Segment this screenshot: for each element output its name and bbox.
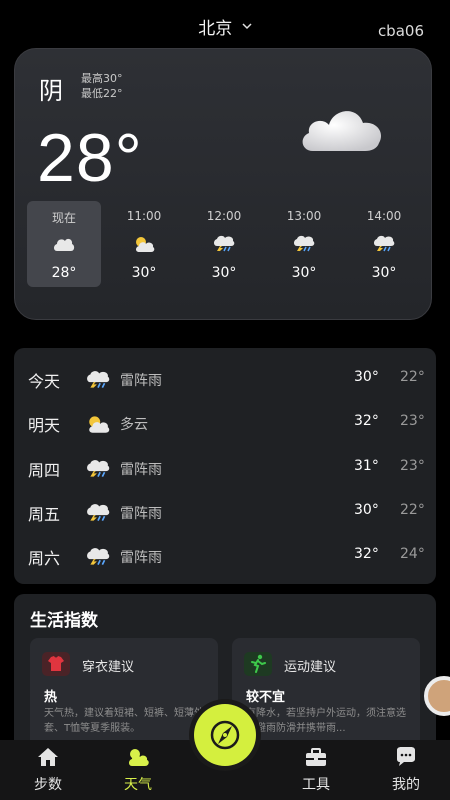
running-icon bbox=[251, 654, 266, 673]
hour-temp: 30° bbox=[291, 265, 317, 281]
thunderstorm-icon bbox=[214, 235, 235, 253]
user-tag: cba06 bbox=[377, 22, 424, 40]
current-temperature: 28° bbox=[37, 120, 143, 196]
hour-time: 12:00 bbox=[206, 209, 242, 223]
hour-time: 11:00 bbox=[126, 209, 162, 223]
tab-mine[interactable]: 我的 bbox=[376, 740, 436, 800]
tab-label: 工具 bbox=[302, 777, 330, 793]
card-value: 热 bbox=[44, 690, 58, 705]
badge bbox=[244, 652, 272, 676]
forecast-high: 32° bbox=[354, 413, 379, 429]
toolbox-icon bbox=[306, 748, 326, 766]
forecast-row[interactable]: 周六 雷阵雨 32° 24° bbox=[14, 535, 436, 575]
tab-weather[interactable]: 天气 bbox=[108, 740, 168, 800]
card-title: 穿衣建议 bbox=[82, 660, 135, 675]
forecast-low: 23° bbox=[400, 458, 425, 474]
tab-tools[interactable]: 工具 bbox=[286, 740, 346, 800]
thunderstorm-icon bbox=[87, 548, 110, 567]
forecast-row[interactable]: 明天 多云 32° 23° bbox=[14, 402, 436, 442]
hour-time: 13:00 bbox=[286, 209, 322, 223]
hour-time: 14:00 bbox=[366, 209, 402, 223]
forecast-high: 30° bbox=[354, 502, 379, 518]
forecast-desc: 雷阵雨 bbox=[120, 506, 162, 522]
life-index-title: 生活指数 bbox=[30, 611, 98, 631]
high-low: 最高30° 最低22° bbox=[81, 71, 123, 101]
shirt-icon bbox=[48, 656, 64, 671]
forecast-day: 周五 bbox=[28, 505, 61, 524]
thunderstorm-icon bbox=[87, 504, 110, 523]
thunderstorm-icon bbox=[87, 371, 110, 390]
cloud-icon bbox=[302, 111, 382, 151]
hour-item[interactable]: 12:00 30° bbox=[187, 201, 261, 287]
hour-temp: 30° bbox=[131, 265, 157, 281]
top-bar: 北京 cba06 bbox=[0, 0, 450, 48]
tab-label: 步数 bbox=[34, 777, 62, 793]
chevron-down-icon[interactable] bbox=[242, 21, 252, 31]
city-name[interactable]: 北京 bbox=[198, 19, 232, 39]
forecast-desc: 多云 bbox=[120, 417, 148, 433]
hour-temp: 30° bbox=[371, 265, 397, 281]
forecast-desc: 雷阵雨 bbox=[120, 550, 162, 566]
forecast-day: 周四 bbox=[28, 461, 61, 480]
hourly-forecast: 现在 28° 11:00 30° 12:00 30° 13:00 30° 14:… bbox=[27, 201, 423, 287]
current-weather-card: 阴 最高30° 最低22° 28° 现在 28° 11:00 30° 12:00… bbox=[14, 48, 432, 320]
forecast-row[interactable]: 周五 雷阵雨 30° 22° bbox=[14, 491, 436, 531]
cloud-icon bbox=[54, 238, 75, 251]
forecast-low: 22° bbox=[400, 369, 425, 385]
thunderstorm-icon bbox=[294, 235, 315, 253]
current-condition: 阴 bbox=[39, 77, 63, 105]
forecast-desc: 雷阵雨 bbox=[120, 373, 162, 389]
hour-time: 现在 bbox=[51, 211, 76, 225]
badge bbox=[42, 652, 70, 676]
forecast-high: 31° bbox=[354, 458, 379, 474]
weather-icon bbox=[129, 749, 149, 766]
tab-label: 天气 bbox=[124, 777, 152, 793]
tab-label: 我的 bbox=[392, 777, 420, 793]
hour-item[interactable]: 13:00 30° bbox=[267, 201, 341, 287]
forecast-desc: 雷阵雨 bbox=[120, 462, 162, 478]
tab-steps[interactable]: 步数 bbox=[18, 740, 78, 800]
forecast-high: 32° bbox=[354, 546, 379, 562]
forecast-low: 24° bbox=[400, 546, 425, 562]
forecast-day: 周六 bbox=[28, 549, 61, 568]
card-value: 较不宜 bbox=[246, 690, 286, 705]
forecast-row[interactable]: 周四 雷阵雨 31° 23° bbox=[14, 447, 436, 487]
card-desc: 有降水，若坚持户外运动，须注意选择避雨防滑并携带雨... bbox=[246, 708, 406, 734]
partly-cloudy-icon bbox=[136, 237, 155, 252]
high-temp: 最高30° bbox=[81, 72, 123, 85]
chat-bubble-icon bbox=[397, 747, 415, 766]
card-desc: 天气热，建议着短裙、短裤、短薄外套、T恤等夏季服装。 bbox=[44, 708, 204, 734]
thunderstorm-icon bbox=[87, 460, 110, 479]
hour-item[interactable]: 14:00 30° bbox=[347, 201, 421, 287]
forecast-low: 22° bbox=[400, 502, 425, 518]
forecast-day: 明天 bbox=[28, 416, 61, 435]
forecast-high: 30° bbox=[354, 369, 379, 385]
low-temp: 最低22° bbox=[81, 87, 123, 100]
home-icon bbox=[38, 748, 58, 766]
forecast-low: 23° bbox=[400, 413, 425, 429]
hour-temp: 30° bbox=[211, 265, 237, 281]
daily-forecast-card: 今天 雷阵雨 30° 22° 明天 多云 32° 23° 周四 雷阵雨 31° … bbox=[14, 348, 436, 584]
compass-fab-button[interactable] bbox=[194, 704, 256, 766]
forecast-day: 今天 bbox=[28, 372, 61, 391]
partly-cloudy-icon bbox=[89, 416, 110, 433]
hour-item[interactable]: 现在 28° bbox=[27, 201, 101, 287]
card-title: 运动建议 bbox=[284, 660, 337, 675]
forecast-row[interactable]: 今天 雷阵雨 30° 22° bbox=[14, 358, 436, 398]
hour-temp: 28° bbox=[51, 265, 77, 281]
compass-icon bbox=[210, 720, 240, 750]
hour-item[interactable]: 11:00 30° bbox=[107, 201, 181, 287]
thunderstorm-icon bbox=[374, 235, 395, 253]
